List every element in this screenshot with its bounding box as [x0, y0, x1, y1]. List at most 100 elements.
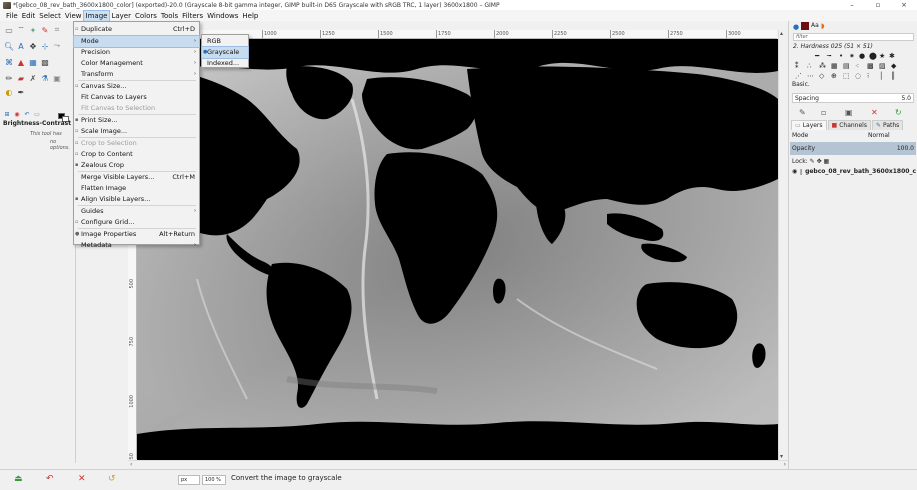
menu-item-scale-image[interactable]: ▫ Scale Image... — [74, 126, 199, 137]
menu-windows[interactable]: Windows — [205, 11, 240, 21]
menu-image[interactable]: Image — [82, 9, 111, 22]
brush-preset[interactable]: ◌ — [855, 72, 861, 80]
brush-preset[interactable]: ● — [859, 52, 865, 60]
gradient-icon[interactable]: ▦ — [28, 57, 38, 67]
tab-paths[interactable]: ✎ Paths — [871, 120, 904, 130]
opacity-slider[interactable]: Opacity 100.0 — [790, 142, 916, 155]
dodge-burn-icon[interactable]: ◐ — [4, 87, 14, 97]
paths-icon[interactable]: ✎ — [40, 25, 50, 35]
brush-preset[interactable]: ★ — [879, 52, 885, 60]
brush-grid[interactable]: ━ ╼ • ⁕ ● ⬤ ★ ✱ ⁑ ∴ ⁂ ▦ ▤ ⁖ ▩ ▨ ◆ ⋰ ⋯ ◇ … — [795, 52, 910, 98]
rect-select-icon[interactable]: ▭ — [4, 25, 14, 35]
lock-alpha-icon[interactable]: ▦ — [824, 158, 830, 165]
brush-preset[interactable]: ⊕ — [831, 72, 837, 80]
color-picker-icon[interactable]: ✒ — [16, 87, 26, 97]
unit-select[interactable]: px — [178, 475, 200, 485]
image-canvas[interactable] — [137, 39, 778, 460]
menu-item-canvas-size[interactable]: ▫ Canvas Size... — [74, 81, 199, 92]
brush-preset[interactable]: ▤ — [843, 62, 850, 70]
mode-item-indexed[interactable]: Indexed... — [202, 58, 248, 69]
tab-layers[interactable]: ▭ Layers — [791, 120, 827, 130]
clone-icon[interactable]: ⚗ — [40, 73, 50, 83]
images-tab-icon[interactable]: ▭ — [32, 109, 42, 119]
zoom-select[interactable]: 100 % — [202, 475, 226, 485]
horizontal-scrollbar[interactable]: ‹ › — [128, 460, 788, 469]
mode-select[interactable]: Normal — [868, 132, 890, 139]
close-button[interactable]: × — [891, 0, 917, 10]
delete-brush-icon[interactable]: ✕ — [871, 108, 878, 117]
brush-preset[interactable]: ║ — [891, 72, 895, 80]
menu-item-mode[interactable]: Mode › — [73, 35, 200, 48]
unified-transform-icon[interactable]: ⊹ — [40, 41, 50, 51]
paintbrush-icon[interactable]: ▩ — [40, 57, 50, 67]
menu-colors[interactable]: Colors — [133, 11, 159, 21]
brush-preset[interactable]: ⁕ — [849, 52, 855, 60]
device-status-icon[interactable]: ◉ — [12, 109, 22, 119]
tool-options-tab-icon[interactable]: ⊞ — [2, 109, 12, 119]
brush-preset[interactable]: ⋰ — [795, 72, 802, 80]
brush-preset[interactable]: │ — [879, 72, 883, 80]
menu-item-color-management[interactable]: Color Management › — [74, 58, 199, 69]
brush-preset[interactable]: ▩ — [867, 62, 874, 70]
menu-item-flatten-image[interactable]: Flatten Image — [74, 183, 199, 194]
undo-history-tab-icon[interactable]: ↶ — [22, 109, 32, 119]
brush-filter-input[interactable]: filter — [793, 33, 914, 41]
scroll-up-icon[interactable]: ▴ — [780, 30, 783, 37]
fuzzy-select-icon[interactable]: ✦ — [28, 25, 38, 35]
menu-layer[interactable]: Layer — [109, 11, 133, 21]
menu-item-merge-visible-layers[interactable]: Merge Visible Layers... Ctrl+M — [74, 172, 199, 183]
brush-preset[interactable]: ▦ — [831, 62, 838, 70]
eraser-icon[interactable]: ▰ — [16, 73, 26, 83]
brush-preset[interactable]: ∴ — [807, 62, 811, 70]
menu-item-precision[interactable]: Precision › — [74, 47, 199, 58]
menu-file[interactable]: File — [4, 11, 20, 21]
scroll-down-icon[interactable]: ▾ — [780, 453, 783, 460]
menu-item-zealous-crop[interactable]: ▪ Zealous Crop — [74, 160, 199, 171]
text-tool-icon[interactable]: A — [16, 41, 26, 51]
menu-item-align-visible-layers[interactable]: ▪ Align Visible Layers... — [74, 194, 199, 205]
brush-preset[interactable]: ⁝ — [867, 72, 869, 80]
mode-item-rgb[interactable]: RGB — [202, 36, 248, 47]
pencil-icon[interactable]: ✏ — [4, 73, 14, 83]
warp-icon[interactable]: ⤳ — [52, 41, 62, 51]
save-tool-preset-icon[interactable]: ⏏ — [14, 474, 23, 484]
brush-preset[interactable]: ⋯ — [807, 72, 814, 80]
edit-brush-icon[interactable]: ✎ — [799, 108, 806, 117]
menu-item-duplicate[interactable]: ▫ Duplicate Ctrl+D — [74, 24, 199, 35]
minimize-button[interactable]: – — [839, 0, 865, 10]
layer-row[interactable]: ◉ gebco_08_rev_bath_3600x1800_c — [792, 168, 916, 175]
menu-item-crop-to-content[interactable]: ▫ Crop to Content — [74, 149, 199, 160]
menu-item-metadata[interactable]: Metadata › — [74, 240, 199, 251]
zoom-icon[interactable]: 🔍︎ — [4, 41, 14, 51]
move-tool-icon[interactable]: ✥ — [28, 41, 38, 51]
free-select-icon[interactable]: ⌔ — [16, 25, 26, 35]
menu-item-fit-canvas-to-layers[interactable]: Fit Canvas to Layers — [74, 92, 199, 103]
brush-preset[interactable]: ⁖ — [855, 62, 859, 70]
brush-preset[interactable]: • — [839, 52, 843, 60]
mode-item-grayscale[interactable]: ● Grayscale — [201, 46, 249, 59]
menu-item-print-size[interactable]: ▪ Print Size... — [74, 115, 199, 126]
scroll-left-icon[interactable]: ‹ — [130, 461, 132, 468]
brush-preset[interactable]: ▨ — [879, 62, 886, 70]
vertical-scrollbar[interactable]: ▴ ▾ — [778, 30, 788, 460]
menu-item-guides[interactable]: Guides › — [74, 206, 199, 217]
brushes-tab-icon[interactable]: ● — [793, 23, 799, 31]
menu-tools[interactable]: Tools — [159, 11, 180, 21]
brush-preset[interactable]: ⁂ — [819, 62, 826, 70]
brush-preset[interactable]: ━ — [815, 52, 819, 60]
lock-position-icon[interactable]: ✥ — [817, 158, 822, 165]
menu-item-configure-grid[interactable]: ▫ Configure Grid... — [74, 217, 199, 228]
brush-preset[interactable]: ✱ — [889, 52, 895, 60]
gradients-tab-icon[interactable]: ◗ — [821, 22, 825, 30]
brush-preset[interactable]: ◆ — [891, 62, 896, 70]
fonts-tab-icon[interactable]: Aa — [811, 22, 819, 29]
menu-item-transform[interactable]: Transform › — [74, 69, 199, 80]
smudge-icon[interactable]: ▣ — [52, 73, 62, 83]
maximize-button[interactable]: ▫ — [865, 0, 891, 10]
bucket-fill-icon[interactable]: ▲ — [16, 57, 26, 67]
brush-preset[interactable]: ⁑ — [795, 62, 799, 70]
menu-edit[interactable]: Edit — [20, 11, 38, 21]
menu-select[interactable]: Select — [37, 11, 63, 21]
menu-filters[interactable]: Filters — [180, 11, 205, 21]
menu-item-image-properties[interactable]: ● Image Properties Alt+Return — [74, 229, 199, 240]
